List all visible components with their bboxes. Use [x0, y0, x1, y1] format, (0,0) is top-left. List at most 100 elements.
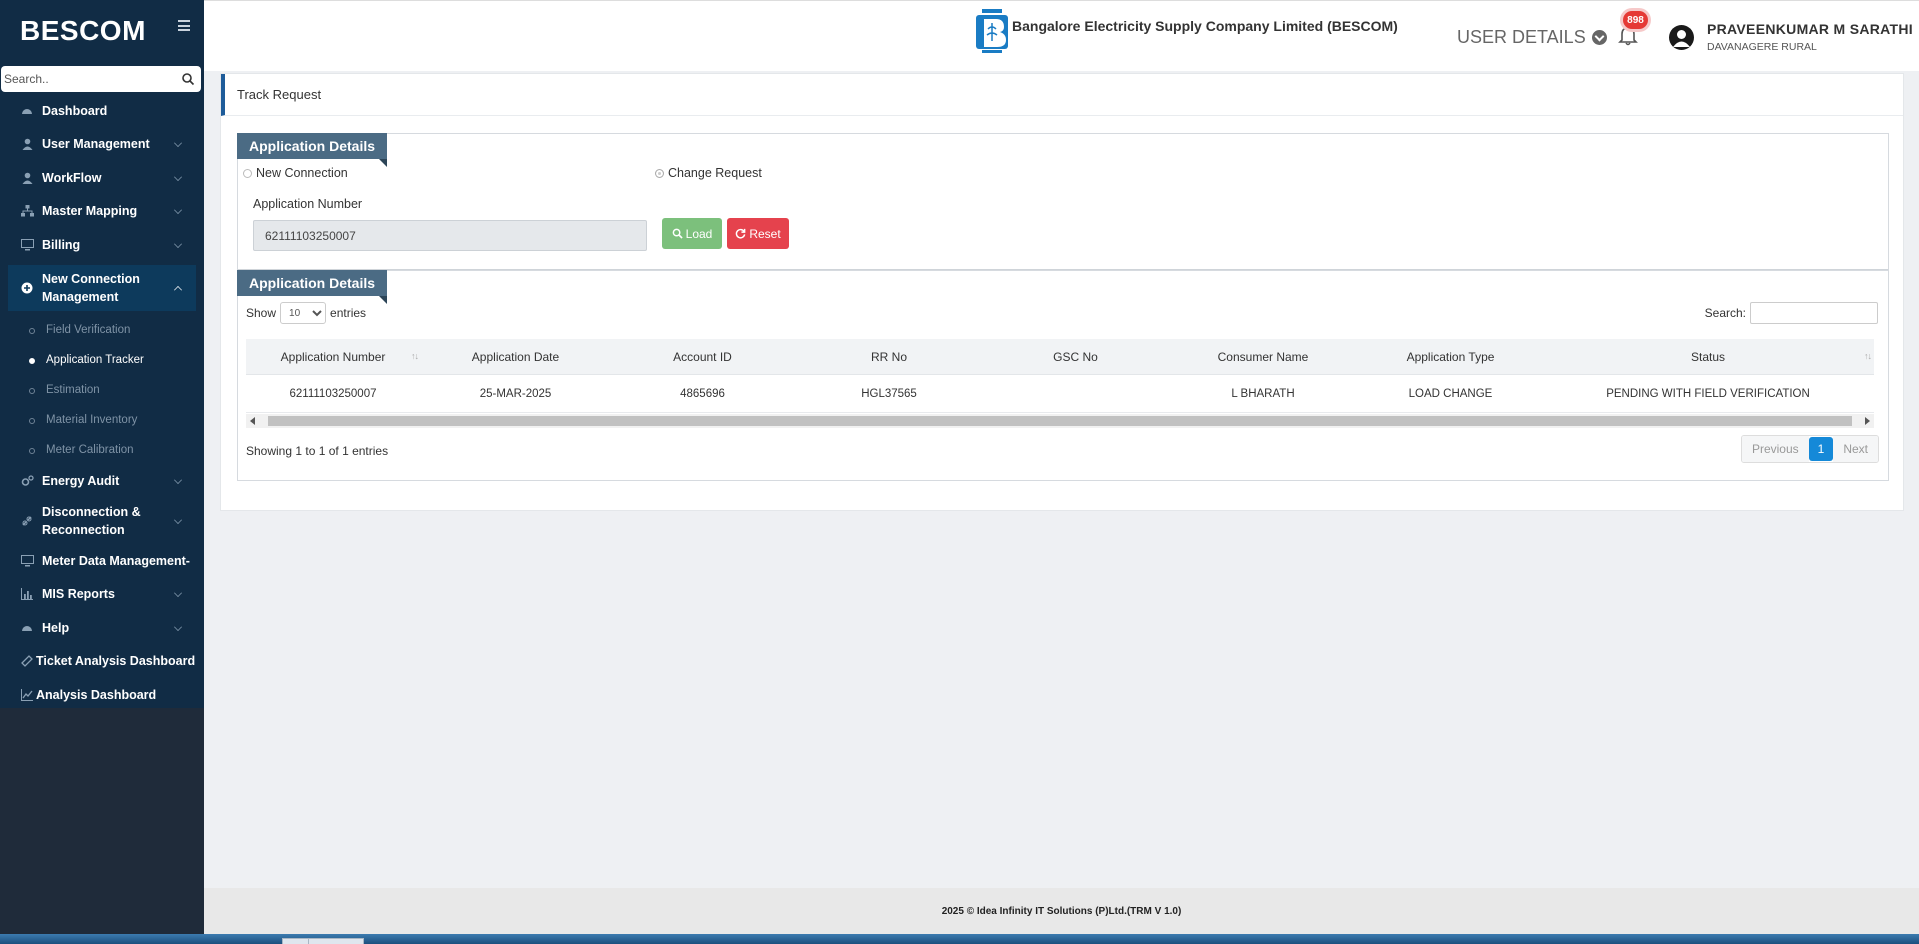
- table-info: Showing 1 to 1 of 1 entries: [246, 444, 389, 458]
- sidebar-subitem-meter-calibration[interactable]: Meter Calibration: [0, 435, 204, 465]
- pagination-next[interactable]: Next: [1833, 436, 1878, 462]
- sidebar-search-input[interactable]: [1, 72, 171, 86]
- user-name: PRAVEENKUMAR M SARATHI: [1707, 21, 1913, 37]
- sort-icon: ↑↓: [1864, 350, 1872, 361]
- application-number-label: Application Number: [253, 197, 363, 211]
- sidebar-item-mis-reports[interactable]: MIS Reports: [0, 578, 204, 612]
- page-title: Track Request: [221, 74, 1903, 116]
- sidebar-item-label: MIS Reports: [42, 587, 115, 602]
- sidebar-item-analysis-dashboard[interactable]: Analysis Dashboard: [0, 678, 204, 712]
- monitor-icon: [20, 238, 34, 252]
- sidebar-item-label: User Management: [42, 137, 150, 152]
- table-search-label: Search:: [1704, 306, 1746, 320]
- sidebar-item-label: Billing: [42, 237, 81, 252]
- sidebar-subitem-application-tracker[interactable]: Application Tracker: [0, 345, 204, 375]
- cell-status: PENDING WITH FIELD VERIFICATION: [1606, 387, 1810, 400]
- scrollbar-thumb[interactable]: [268, 416, 1852, 426]
- user-icon: [20, 171, 34, 185]
- sidebar-item-ticket-analysis-dashboard[interactable]: Ticket Analysis Dashboard: [0, 645, 204, 679]
- radio-label: New Connection: [256, 166, 348, 180]
- sidebar-search: [1, 66, 201, 92]
- chevron-down-icon: [174, 589, 182, 598]
- scroll-right-icon[interactable]: [1865, 417, 1870, 425]
- application-number-input[interactable]: [253, 220, 647, 251]
- load-button[interactable]: Load: [662, 218, 722, 249]
- entries-label: entries: [330, 306, 367, 320]
- dashboard-icon: [20, 621, 34, 635]
- sidebar-subitem-field-verification[interactable]: Field Verification: [0, 315, 204, 345]
- sidebar-item-energy-audit[interactable]: Energy Audit: [0, 465, 204, 499]
- pagination-page-1[interactable]: 1: [1808, 437, 1834, 461]
- reset-button[interactable]: Reset: [727, 218, 789, 249]
- entries-length-control: Show 10 entries: [246, 302, 366, 324]
- monitor-icon: [20, 554, 34, 568]
- sidebar-item-disconnection-reconnection[interactable]: Disconnection & Reconnection: [0, 498, 204, 544]
- user-avatar-icon: [1673, 30, 1690, 47]
- radio-new-connection[interactable]: New Connection: [243, 166, 348, 180]
- sidebar: BESCOM Dashboard User Management WorkFlo…: [0, 0, 204, 934]
- column-header-application-date[interactable]: Application Date: [420, 350, 611, 364]
- sidebar-item-workflow[interactable]: WorkFlow: [0, 161, 204, 195]
- table-search-input[interactable]: [1750, 302, 1878, 324]
- user-icon: [20, 137, 34, 151]
- sidebar-item-help[interactable]: Help: [0, 611, 204, 645]
- brand-logo-text[interactable]: BESCOM: [0, 0, 204, 62]
- load-button-label: Load: [685, 226, 713, 241]
- sort-icon: ↑↓: [411, 350, 419, 361]
- user-details-dropdown[interactable]: USER DETAILS: [1457, 27, 1607, 48]
- column-header-consumer-name[interactable]: Consumer Name: [1167, 350, 1359, 364]
- application-results-section: Application Details Show 10 entries Sear…: [237, 270, 1889, 481]
- user-details-label: USER DETAILS: [1457, 27, 1586, 47]
- dashboard-icon: [20, 104, 34, 118]
- sidebar-item-label: Help: [42, 620, 70, 635]
- chevron-down-icon: [174, 622, 182, 631]
- track-request-panel: Track Request Application Details New Co…: [220, 73, 1904, 511]
- sidebar-item-meter-data-management[interactable]: Meter Data Management-: [0, 544, 204, 578]
- sidebar-subitem-estimation[interactable]: Estimation: [0, 375, 204, 405]
- chevron-circle-down-icon: [1591, 30, 1607, 45]
- sidebar-item-label: Dashboard: [42, 103, 108, 118]
- cell-application-date: 25-MAR-2025: [479, 387, 552, 400]
- user-region: DAVANAGERE RURAL: [1707, 41, 1817, 53]
- top-header: Bangalore Electricity Supply Company Lim…: [204, 0, 1919, 71]
- column-header-gsc-no[interactable]: GSC No: [984, 350, 1167, 364]
- column-header-status[interactable]: Status ↑↓: [1542, 350, 1874, 364]
- column-header-label: Application Number: [280, 349, 386, 364]
- sidebar-item-label: Ticket Analysis Dashboard: [36, 654, 196, 669]
- radio-button[interactable]: [243, 168, 252, 178]
- avatar[interactable]: [1669, 25, 1694, 50]
- search-icon[interactable]: [181, 72, 195, 86]
- column-header-label: Status: [1690, 349, 1726, 364]
- menu-toggle-icon[interactable]: [178, 20, 190, 31]
- link-icon: [20, 514, 34, 528]
- horizontal-scrollbar[interactable]: [246, 414, 1874, 428]
- sidebar-item-user-management[interactable]: User Management: [0, 128, 204, 162]
- sidebar-item-billing[interactable]: Billing: [0, 228, 204, 262]
- chevron-down-icon: [174, 476, 182, 485]
- scroll-left-icon[interactable]: [250, 417, 255, 425]
- section-header: Application Details: [237, 133, 387, 167]
- pagination-previous[interactable]: Previous: [1741, 436, 1809, 462]
- sidebar-item-new-connection-management[interactable]: New Connection Management: [8, 264, 196, 311]
- pagination: Previous 1 Next: [1740, 435, 1879, 463]
- cell-application-type: LOAD CHANGE: [1408, 387, 1493, 400]
- sidebar-item-master-mapping[interactable]: Master Mapping: [0, 195, 204, 229]
- sidebar-subitem-material-inventory[interactable]: Material Inventory: [0, 405, 204, 435]
- cell-rr-no: HGL37565: [861, 387, 917, 400]
- column-header-account-id[interactable]: Account ID: [611, 350, 794, 364]
- cell-application-number: 62111103250007: [289, 387, 377, 400]
- refresh-icon: [736, 228, 746, 239]
- radio-button[interactable]: [655, 168, 664, 178]
- column-header-rr-no[interactable]: RR No: [794, 350, 984, 364]
- taskbar-button[interactable]: [308, 938, 364, 944]
- entries-select[interactable]: 10: [280, 302, 327, 324]
- show-label: Show: [246, 306, 277, 320]
- column-header-application-number[interactable]: Application Number ↑↓: [246, 350, 420, 364]
- table-header-row: Application Number ↑↓ Application Date Ac…: [246, 339, 1874, 375]
- table-search: Search:: [1705, 302, 1878, 324]
- sidebar-item-label: New Connection Management: [42, 271, 140, 304]
- radio-change-request[interactable]: Change Request: [655, 166, 762, 180]
- column-header-application-type[interactable]: Application Type: [1359, 350, 1542, 364]
- table-row[interactable]: 62111103250007 25-MAR-2025 4865696 HGL37…: [246, 375, 1874, 413]
- sidebar-item-dashboard[interactable]: Dashboard: [0, 94, 204, 128]
